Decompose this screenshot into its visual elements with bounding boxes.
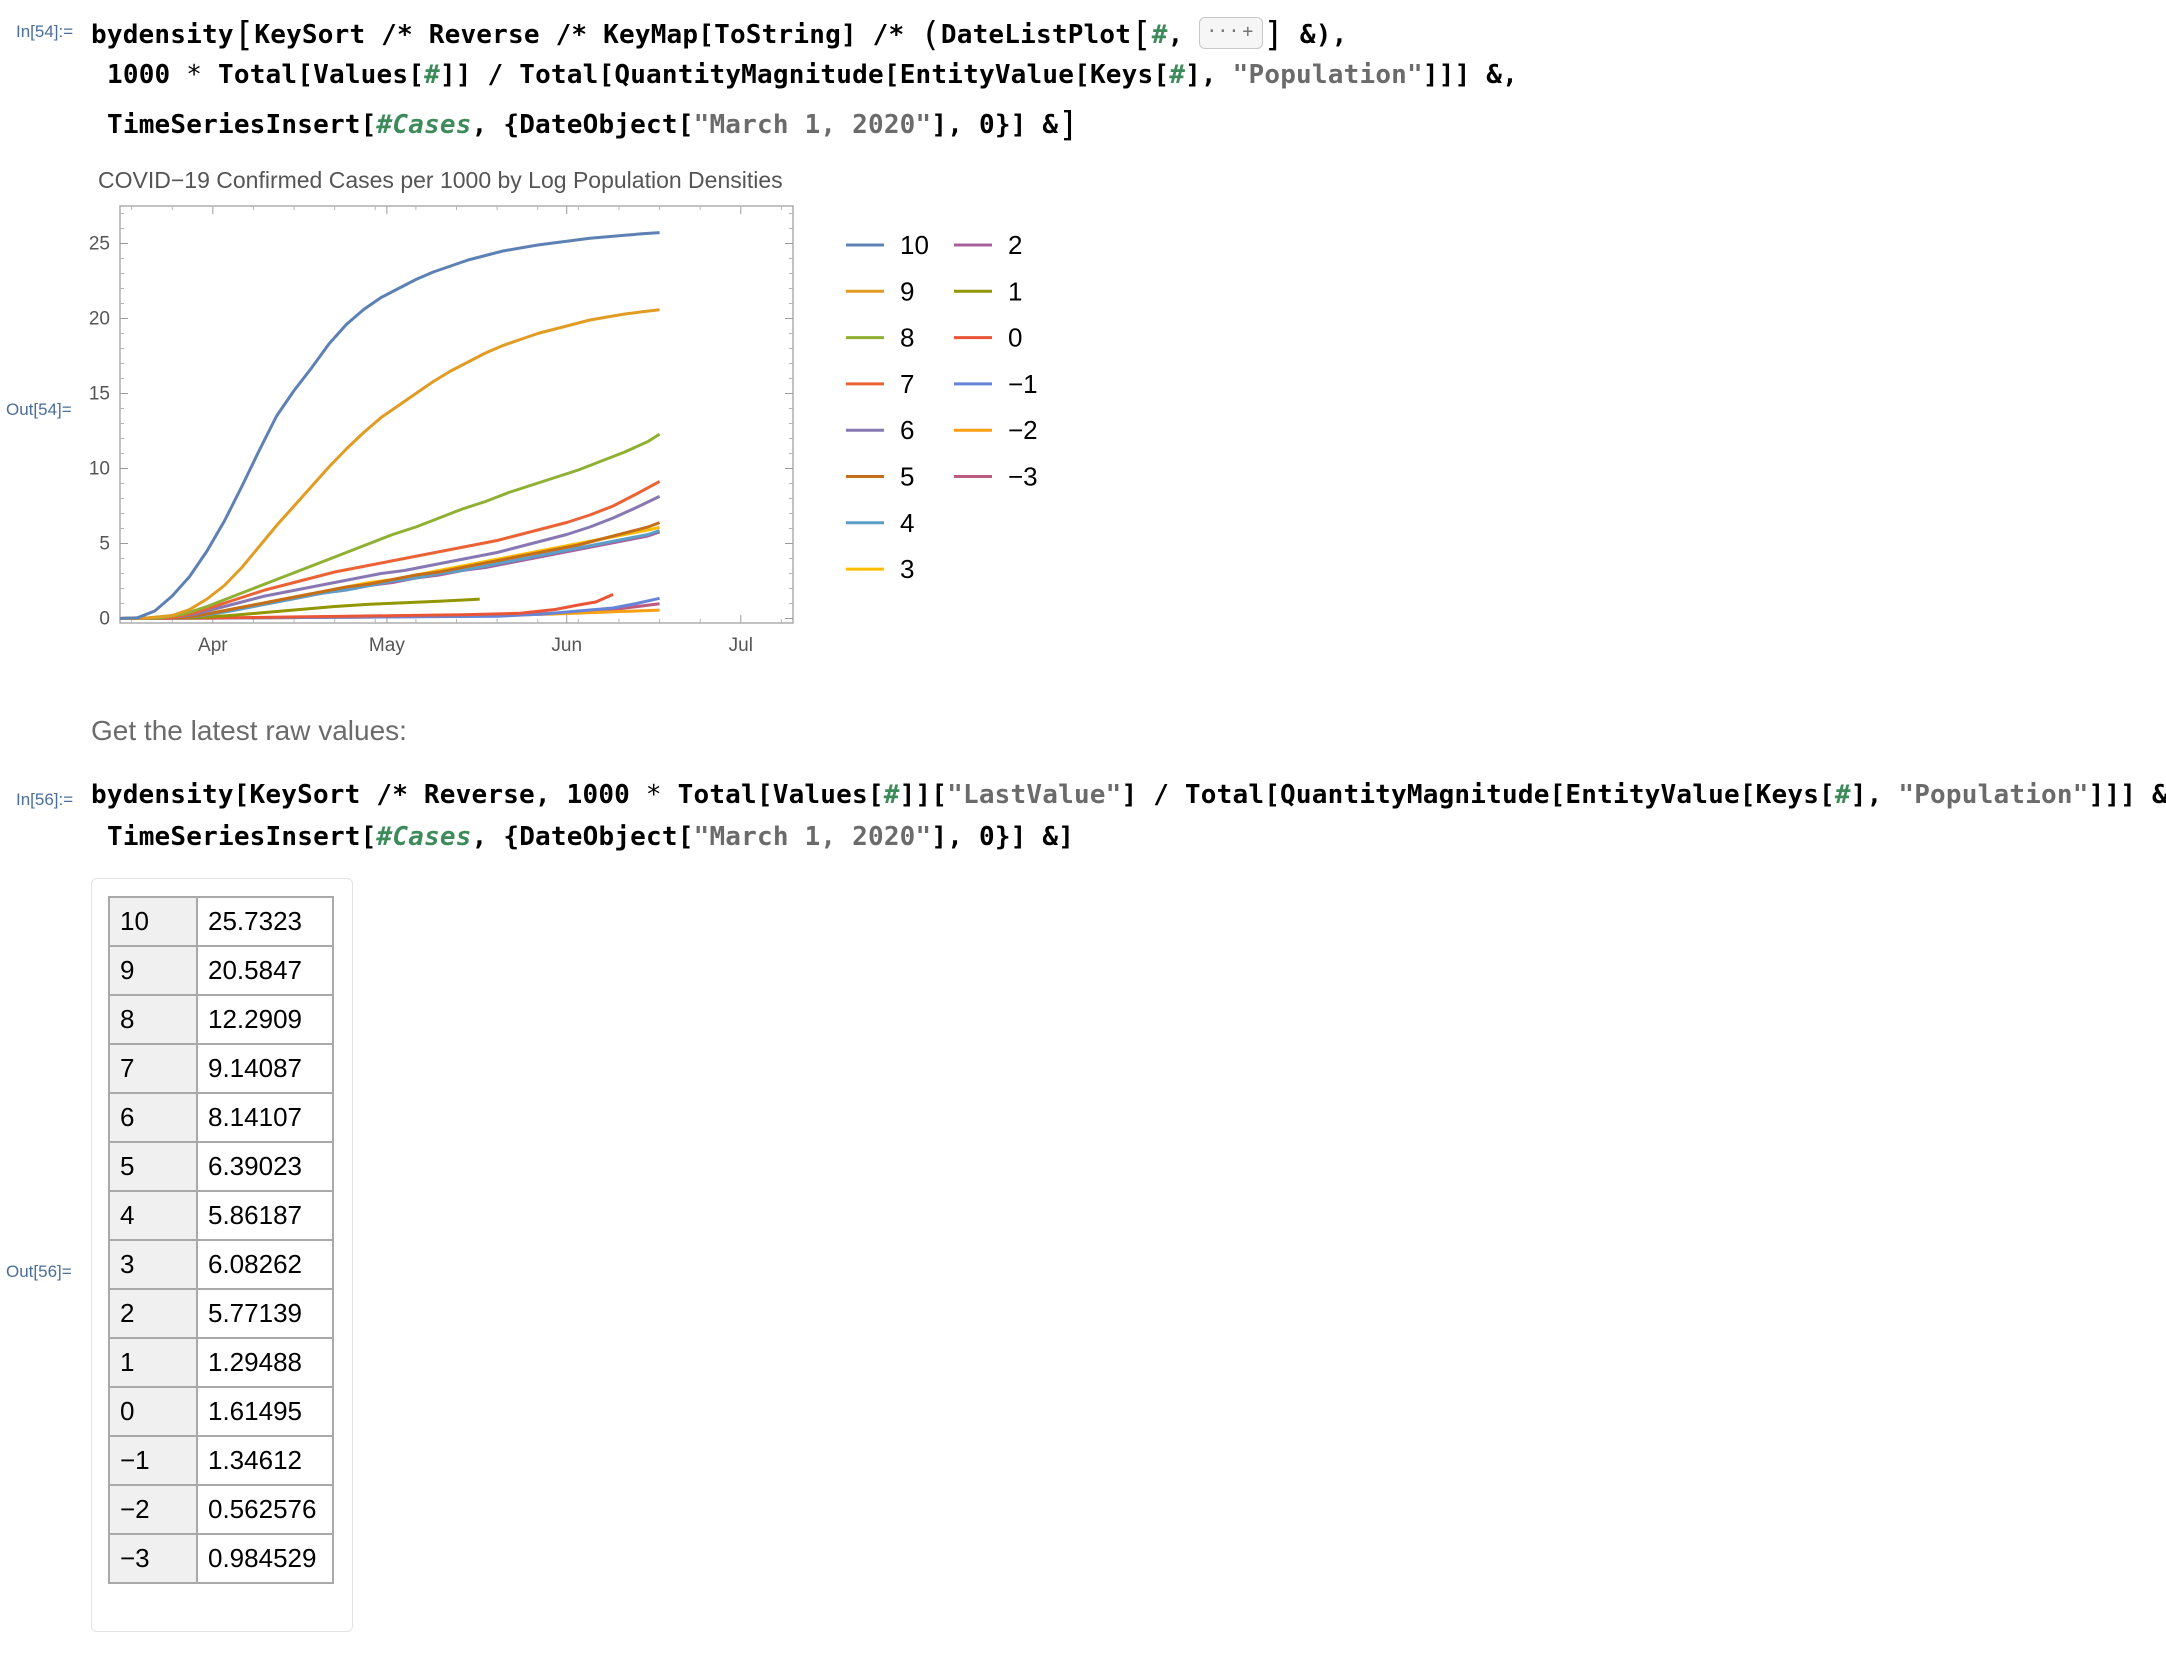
density-key-cell: −3 [108, 1533, 198, 1584]
cases-value-cell: 0.984529 [196, 1533, 334, 1584]
chart-title: COVID−19 Confirmed Cases per 1000 by Log… [98, 167, 783, 193]
plus-icon: + [1242, 20, 1254, 42]
table-row: 10 25.7323 [108, 896, 334, 947]
elided-options-button[interactable]: ··· + [1199, 16, 1264, 49]
covid-line-chart: COVID−19 Confirmed Cases per 1000 by Log… [89, 167, 1038, 656]
legend-label: 4 [900, 508, 914, 538]
cases-value-cell: 5.77139 [196, 1288, 334, 1339]
density-key-cell: 3 [108, 1239, 198, 1290]
cases-value-cell: 1.34612 [196, 1435, 334, 1486]
table-row: 1 1.29488 [108, 1337, 334, 1388]
legend-label: 10 [900, 230, 929, 260]
legend-label: 0 [1008, 323, 1022, 353]
density-key-cell: −2 [108, 1484, 198, 1535]
density-key-cell: −1 [108, 1435, 198, 1486]
ellipsis-icon: ··· [1206, 20, 1240, 42]
density-key-cell: 1 [108, 1337, 198, 1388]
cases-value-cell: 8.14107 [196, 1092, 334, 1143]
cases-value-cell: 12.2909 [196, 994, 334, 1045]
cases-value-cell: 6.08262 [196, 1239, 334, 1290]
y-tick-label: 10 [89, 459, 110, 480]
cases-value-cell: 20.5847 [196, 945, 334, 996]
legend-label: 8 [900, 323, 914, 353]
table-row: 0 1.61495 [108, 1386, 334, 1437]
density-key-cell: 10 [108, 896, 198, 947]
legend-label: −1 [1008, 369, 1038, 399]
legend-label: 2 [1008, 230, 1022, 260]
cases-value-cell: 6.39023 [196, 1141, 334, 1192]
y-tick-label: 25 [89, 234, 110, 255]
input-line-1[interactable]: bydensity[KeySort /* Reverse /* KeyMap[T… [91, 12, 1347, 55]
legend-label: 6 [900, 415, 914, 445]
table-row: 5 6.39023 [108, 1141, 334, 1192]
input-cell-label-56: In[56]:= [16, 790, 74, 809]
density-value-table: 10 25.7323 9 20.5847 8 12.2909 7 9.14087 6 8.1410… [108, 896, 334, 1584]
series-line [119, 432, 661, 620]
legend-label: 3 [900, 554, 914, 584]
cases-value-cell: 25.7323 [196, 896, 334, 947]
text-cell: Get the latest raw values: [91, 715, 407, 746]
cases-value-cell: 1.61495 [196, 1386, 334, 1437]
table-row: 9 20.5847 [108, 945, 334, 996]
legend-label: 5 [900, 462, 914, 492]
y-tick-label: 15 [89, 384, 110, 405]
legend-label: 9 [900, 276, 914, 306]
cases-value-cell: 1.29488 [196, 1337, 334, 1388]
table-row: −1 1.34612 [108, 1435, 334, 1486]
legend-label: 7 [900, 369, 914, 399]
y-tick-label: 20 [89, 309, 110, 330]
table-row: 4 5.86187 [108, 1190, 334, 1241]
table-row: −2 0.562576 [108, 1484, 334, 1535]
density-key-cell: 6 [108, 1092, 198, 1143]
density-key-cell: 5 [108, 1141, 198, 1192]
output-cell-label-56: Out[56]= [6, 1262, 72, 1281]
table-row: 8 12.2909 [108, 994, 334, 1045]
input-cell-label-54: In[54]:= [16, 22, 74, 41]
table-row: 2 5.77139 [108, 1288, 334, 1339]
cases-value-cell: 9.14087 [196, 1043, 334, 1094]
density-key-cell: 4 [108, 1190, 198, 1241]
density-key-cell: 8 [108, 994, 198, 1045]
table-row: −3 0.984529 [108, 1533, 334, 1584]
density-key-cell: 9 [108, 945, 198, 996]
table-row: 6 8.14107 [108, 1092, 334, 1143]
x-tick-label: May [369, 635, 405, 656]
cases-value-cell: 0.562576 [196, 1484, 334, 1535]
density-key-cell: 2 [108, 1288, 198, 1339]
input-line-2[interactable]: 1000 * Total[Values[#]] / Total[Quantity… [107, 60, 1518, 90]
input-line-56-1[interactable]: bydensity[KeySort /* Reverse, 1000 * Tot… [91, 780, 2166, 810]
density-key-cell: 7 [108, 1043, 198, 1094]
legend-label: 1 [1008, 276, 1022, 306]
x-tick-label: Jul [729, 635, 753, 656]
y-tick-label: 5 [99, 534, 110, 555]
input-line-3[interactable]: TimeSeriesInsert[#Cases, {DateObject["Ma… [107, 102, 1079, 145]
density-key-cell: 0 [108, 1386, 198, 1437]
table-row: 3 6.08262 [108, 1239, 334, 1290]
y-tick-label: 0 [99, 609, 110, 630]
input-line-56-2[interactable]: TimeSeriesInsert[#Cases, {DateObject["Ma… [107, 822, 1074, 852]
legend-label: −2 [1008, 415, 1038, 445]
x-tick-label: Jun [551, 635, 582, 656]
legend-label: −3 [1008, 462, 1038, 492]
cases-value-cell: 5.86187 [196, 1190, 334, 1241]
x-tick-label: Apr [198, 635, 228, 656]
table-row: 7 9.14087 [108, 1043, 334, 1094]
